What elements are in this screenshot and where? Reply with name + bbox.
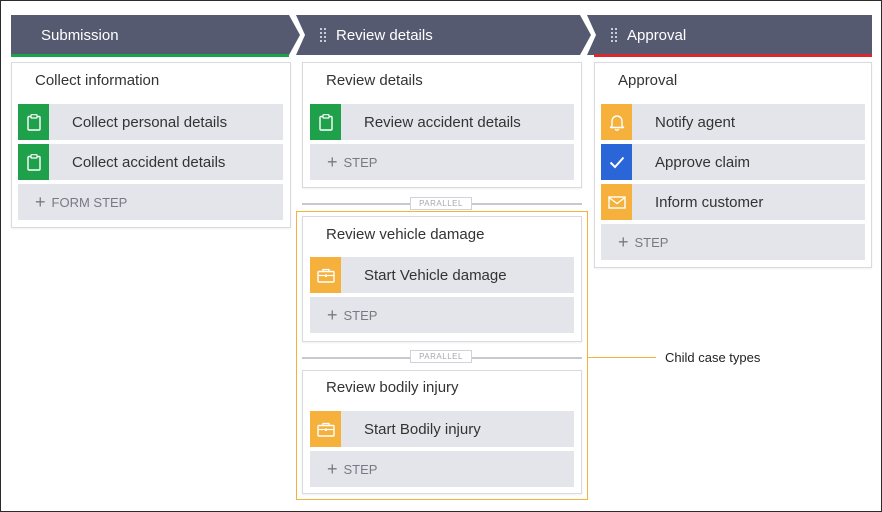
bell-icon — [601, 104, 632, 140]
stage-title: Submission — [41, 26, 119, 44]
step-notify-agent[interactable]: Notify agent — [601, 104, 865, 140]
plus-icon: + — [35, 192, 46, 212]
clipboard-icon — [18, 144, 49, 180]
step-collect-accident-details[interactable]: Collect accident details — [18, 144, 283, 180]
add-step-label: STEP — [634, 234, 669, 250]
add-step-label: STEP — [343, 461, 378, 477]
step-label: Inform customer — [655, 193, 764, 211]
step-review-accident-details[interactable]: Review accident details — [310, 104, 574, 140]
add-step-label: FORM STEP — [51, 194, 128, 210]
step-label: Start Vehicle damage — [364, 266, 507, 284]
parallel-label: PARALLEL — [419, 199, 463, 208]
plus-icon: + — [327, 152, 338, 172]
briefcase-icon — [310, 257, 341, 293]
process-title[interactable]: Review bodily injury — [326, 379, 459, 396]
add-step-label: STEP — [343, 307, 378, 323]
parallel-tag: PARALLEL — [410, 197, 472, 210]
stage-title: Approval — [627, 26, 687, 44]
callout-label-child-case-types: Child case types — [665, 350, 761, 365]
step-label: Approve claim — [655, 153, 751, 171]
clipboard-icon — [310, 104, 341, 140]
stage-header-submission[interactable]: Submission — [11, 15, 300, 57]
parallel-tag: PARALLEL — [410, 350, 472, 363]
add-form-step-button[interactable]: + FORM STEP — [18, 184, 283, 220]
add-step-button[interactable]: + STEP — [310, 451, 574, 487]
step-label: Review accident details — [364, 113, 521, 131]
step-label: Collect accident details — [72, 153, 226, 171]
plus-icon: + — [618, 232, 629, 252]
process-title[interactable]: Review details — [326, 72, 423, 89]
plus-icon: + — [327, 459, 338, 479]
stage-header-approval[interactable]: Approval — [587, 15, 872, 57]
step-label: Start Bodily injury — [364, 420, 481, 438]
step-start-bodily-injury[interactable]: Start Bodily injury — [310, 411, 574, 447]
checkmark-icon — [601, 144, 632, 180]
step-approve-claim[interactable]: Approve claim — [601, 144, 865, 180]
clipboard-icon — [18, 104, 49, 140]
add-step-button[interactable]: + STEP — [310, 144, 574, 180]
add-step-button[interactable]: + STEP — [310, 297, 574, 333]
add-step-label: STEP — [343, 154, 378, 170]
process-title[interactable]: Collect information — [35, 72, 159, 89]
step-label: Notify agent — [655, 113, 736, 131]
step-collect-personal-details[interactable]: Collect personal details — [18, 104, 283, 140]
step-inform-customer[interactable]: Inform customer — [601, 184, 865, 220]
stage-title: Review details — [336, 26, 433, 44]
process-title[interactable]: Approval — [618, 72, 677, 89]
process-title[interactable]: Review vehicle damage — [326, 226, 484, 243]
envelope-icon — [601, 184, 632, 220]
plus-icon: + — [327, 305, 338, 325]
drag-handle-icon[interactable] — [320, 28, 326, 42]
add-step-button[interactable]: + STEP — [601, 224, 865, 260]
parallel-label: PARALLEL — [419, 352, 463, 361]
step-label: Collect personal details — [72, 113, 228, 131]
drag-handle-icon[interactable] — [611, 28, 617, 42]
stage-header-review-details[interactable]: Review details — [296, 15, 591, 55]
callout-connector-line — [588, 357, 656, 358]
step-start-vehicle-damage[interactable]: Start Vehicle damage — [310, 257, 574, 293]
briefcase-icon — [310, 411, 341, 447]
